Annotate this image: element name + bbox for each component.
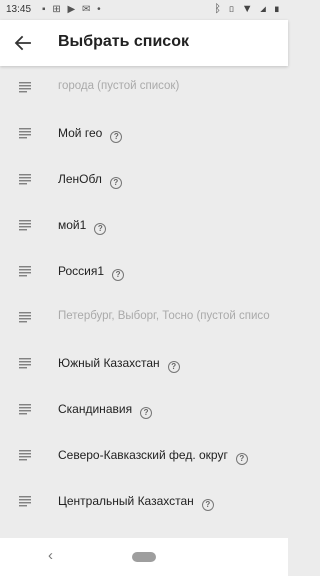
list-item-label: Мой гео? xyxy=(58,126,123,143)
help-icon[interactable]: ? xyxy=(235,453,248,465)
list-item[interactable]: Скандинавия? xyxy=(0,388,288,434)
system-nav-bar: ‹ xyxy=(0,538,288,576)
list-item[interactable]: Россия1? xyxy=(0,250,288,296)
list-lines-icon xyxy=(19,174,31,185)
list-item-label: Скандинавия? xyxy=(58,402,153,419)
list-item-name: Россия1 xyxy=(58,264,105,278)
list-item-name: ЛенОбл xyxy=(58,172,102,186)
list-item-name: Петербург, Выборг, Тосно (пустой список) xyxy=(58,310,270,322)
dot-icon: • xyxy=(97,4,103,15)
list-lines-icon xyxy=(19,404,31,415)
list-item-name: Скандинавия xyxy=(58,402,133,416)
list-lines-icon xyxy=(19,128,31,139)
list-item-label: Центральный Казахстан? xyxy=(58,494,214,511)
list-item[interactable]: ЛенОбл? xyxy=(0,158,288,204)
list-item[interactable]: Петербург, Выборг, Тосно (пустой список) xyxy=(0,296,288,342)
signal-icon: ◢ xyxy=(259,3,269,15)
nav-home-button[interactable] xyxy=(132,552,156,562)
arrow-back-icon xyxy=(14,35,31,51)
list-item-name: мой1 xyxy=(58,218,87,232)
notification-icons: ▪ ⊞ ▶ ✉ • xyxy=(42,4,103,15)
list-container: города (пустой список) Мой гео? ЛенОбл? мой… xyxy=(0,66,288,538)
list-item-name: Южный Казахстан xyxy=(58,356,160,370)
help-icon[interactable]: ? xyxy=(94,223,107,235)
grid-icon: ⊞ xyxy=(52,4,63,15)
list-item-label: Северо-Кавказский фед. округ? xyxy=(58,448,248,465)
list-lines-icon xyxy=(19,82,31,93)
help-icon[interactable]: ? xyxy=(140,407,153,419)
list-item-label: Петербург, Выборг, Тосно (пустой список) xyxy=(58,310,270,322)
back-button[interactable] xyxy=(8,28,38,58)
help-icon[interactable]: ? xyxy=(110,131,123,143)
help-icon[interactable]: ? xyxy=(112,269,125,281)
list-item[interactable]: Южный Казахстан? xyxy=(0,342,288,388)
list-item-name: Мой гео xyxy=(58,126,103,140)
battery-icon: ▮ xyxy=(273,3,282,15)
list-lines-icon xyxy=(19,220,31,231)
list-item[interactable]: города (пустой список) xyxy=(0,66,288,112)
list-item-label: города (пустой список) xyxy=(58,80,179,92)
list-item-label: Россия1? xyxy=(58,264,125,281)
list-item-label: мой1? xyxy=(58,218,107,235)
list-lines-icon xyxy=(19,358,31,369)
vibrate-icon: ▯ xyxy=(228,3,237,15)
list-item[interactable]: Центральный Казахстан? xyxy=(0,480,288,526)
app-bar: Выбрать список xyxy=(0,20,288,66)
nav-back-button[interactable]: ‹ xyxy=(48,547,53,564)
youtube-icon: ▶ xyxy=(67,4,78,15)
list-lines-icon xyxy=(19,312,31,323)
help-icon[interactable]: ? xyxy=(201,499,214,511)
system-icons: ᛒ ▯ ▼ ◢ ▮ xyxy=(214,3,282,15)
help-icon[interactable]: ? xyxy=(109,177,122,189)
list-item-label: Южный Казахстан? xyxy=(58,356,180,373)
list-item-name: города (пустой список) xyxy=(58,80,180,92)
image-icon: ▪ xyxy=(42,4,48,15)
list-lines-icon xyxy=(19,266,31,277)
wifi-icon: ▼ xyxy=(241,3,255,15)
mail-icon: ✉ xyxy=(81,4,93,15)
list-item-name: Северо-Кавказский фед. округ xyxy=(58,448,228,462)
list-lines-icon xyxy=(19,496,31,507)
status-bar: 13:45 ▪ ⊞ ▶ ✉ • ᛒ ▯ ▼ ◢ ▮ xyxy=(0,0,288,20)
list-lines-icon xyxy=(19,450,31,461)
list-item[interactable]: Мой гео? xyxy=(0,112,288,158)
list-item[interactable]: Северо-Кавказский фед. округ? xyxy=(0,434,288,480)
list-item[interactable]: мой1? xyxy=(0,204,288,250)
page-title: Выбрать список xyxy=(58,33,189,50)
list-item[interactable] xyxy=(0,526,288,538)
list-item-label: ЛенОбл? xyxy=(58,172,122,189)
status-time: 13:45 xyxy=(6,4,32,15)
bluetooth-icon: ᛒ xyxy=(214,3,224,15)
list-item-name: Центральный Казахстан xyxy=(58,494,194,508)
help-icon[interactable]: ? xyxy=(167,361,180,373)
